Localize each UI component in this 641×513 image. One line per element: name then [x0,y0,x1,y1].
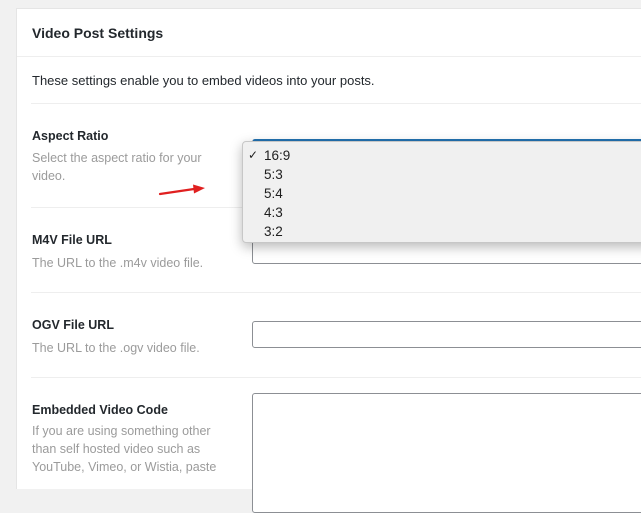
option-label: 5:3 [264,167,283,182]
aspect-ratio-option[interactable]: 5:4 [243,184,641,203]
aspect-ratio-option[interactable]: 4:3 [243,203,641,222]
checkmark-icon: ✓ [248,148,259,162]
ogv-url-input[interactable] [252,321,641,348]
divider [31,377,641,378]
m4v-url-description: The URL to the .m4v video file. [32,256,204,270]
option-label: 16:9 [264,148,291,163]
arrow-icon [158,184,205,196]
aspect-ratio-description: Select the aspect ratio for your video. [32,151,202,183]
panel-header: Video Post Settings [17,9,641,57]
section-intro: These settings enable you to embed video… [32,73,375,88]
aspect-ratio-label: Aspect Ratio [32,129,109,143]
panel-title: Video Post Settings [32,25,164,41]
ogv-url-description: The URL to the .ogv video file. [32,341,200,355]
option-label: 4:3 [264,205,283,220]
aspect-ratio-dropdown: ✓ 16:9 5:3 5:4 4:3 3:2 [242,141,641,243]
divider [31,292,641,293]
aspect-ratio-option[interactable]: 3:2 [243,222,641,241]
option-label: 5:4 [264,186,283,201]
divider [31,103,641,104]
aspect-ratio-option[interactable]: 5:3 [243,165,641,184]
ogv-url-label: OGV File URL [32,318,114,332]
m4v-url-label: M4V File URL [32,233,112,247]
embed-code-textarea[interactable] [252,393,641,513]
video-post-settings-panel: Video Post Settings These settings enabl… [16,8,641,513]
aspect-ratio-option[interactable]: ✓ 16:9 [243,146,641,165]
embed-code-label: Embedded Video Code [32,403,168,417]
option-label: 3:2 [264,224,283,239]
embed-code-description: If you are using something other than se… [32,424,217,474]
